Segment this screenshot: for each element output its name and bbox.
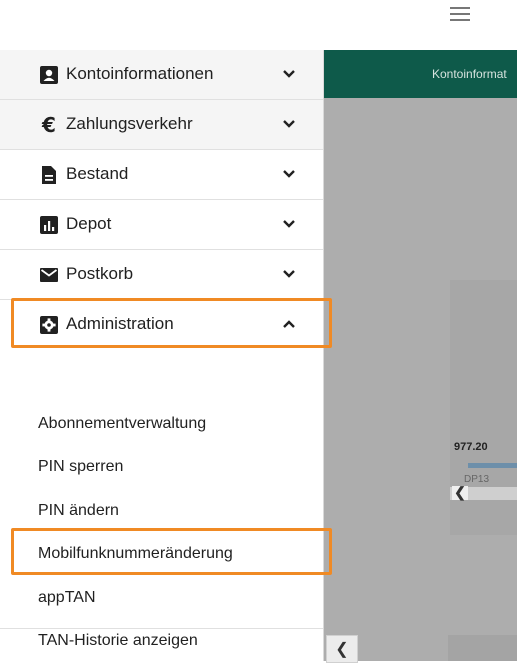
card-subtitle: DP13 [464,474,490,485]
sidebar-item-label: Administration [66,314,174,333]
main-content: Kontoinformat 977.20 DP13 ❮ ❮ [324,50,517,663]
sidebar-item-label: Bestand [66,164,129,183]
gear-icon [40,316,58,334]
chevron-down-icon [283,170,295,178]
bar-chart-icon [40,216,58,234]
chevron-down-icon [283,220,295,228]
sidebar-item-label: Zahlungsverkehr [66,114,193,133]
submenu-item-apptan[interactable]: appTAN [38,589,96,607]
sidebar-item-postkorb[interactable]: Postkorb [0,250,323,300]
sidebar-item-label: Depot [66,214,112,233]
sidebar-item-bestand[interactable]: Bestand [0,150,323,200]
chevron-down-icon [283,270,295,278]
submenu-item-pin-sperren[interactable]: PIN sperren [38,458,123,476]
envelope-icon [40,268,58,282]
submenu-item-mobilfunknummeraenderung[interactable]: Mobilfunknummeränderung [38,545,233,563]
euro-icon: € [41,115,56,135]
sidebar-item-depot[interactable]: Depot [0,200,323,250]
contact-card-icon [40,66,58,84]
sidebar: Kontoinformationen € Zahlungsverkehr Bes… [0,50,324,661]
top-bar [0,0,517,50]
submenu-item-pin-aendern[interactable]: PIN ändern [38,502,119,520]
sidebar-item-administration[interactable]: Administration [0,300,323,350]
content-header-title: Kontoinformat [432,67,507,81]
card-value: 977.20 [454,441,488,453]
sidebar-item-kontoinformationen[interactable]: Kontoinformationen [0,50,323,100]
content-header: Kontoinformat [324,50,517,98]
svg-text:€: € [41,115,56,135]
bottom-strip [448,635,517,661]
submenu-item-tan-historie[interactable]: TAN-Historie anzeigen [38,632,198,650]
sidebar-item-zahlungsverkehr[interactable]: € Zahlungsverkehr [0,100,323,150]
submenu-item-abonnementverwaltung[interactable]: Abonnementverwaltung [38,415,206,433]
card-bar [468,463,517,468]
chevron-down-icon [283,70,295,78]
document-icon [42,166,56,184]
sidebar-item-label: Kontoinformationen [66,64,214,83]
hamburger-icon[interactable] [450,7,472,23]
back-button[interactable]: ❮ [326,635,358,663]
divider [0,628,323,629]
scroll-left-button[interactable]: ❮ [452,485,468,500]
chevron-down-icon [283,120,295,128]
sidebar-item-label: Postkorb [66,264,134,283]
chevron-up-icon [283,320,295,328]
